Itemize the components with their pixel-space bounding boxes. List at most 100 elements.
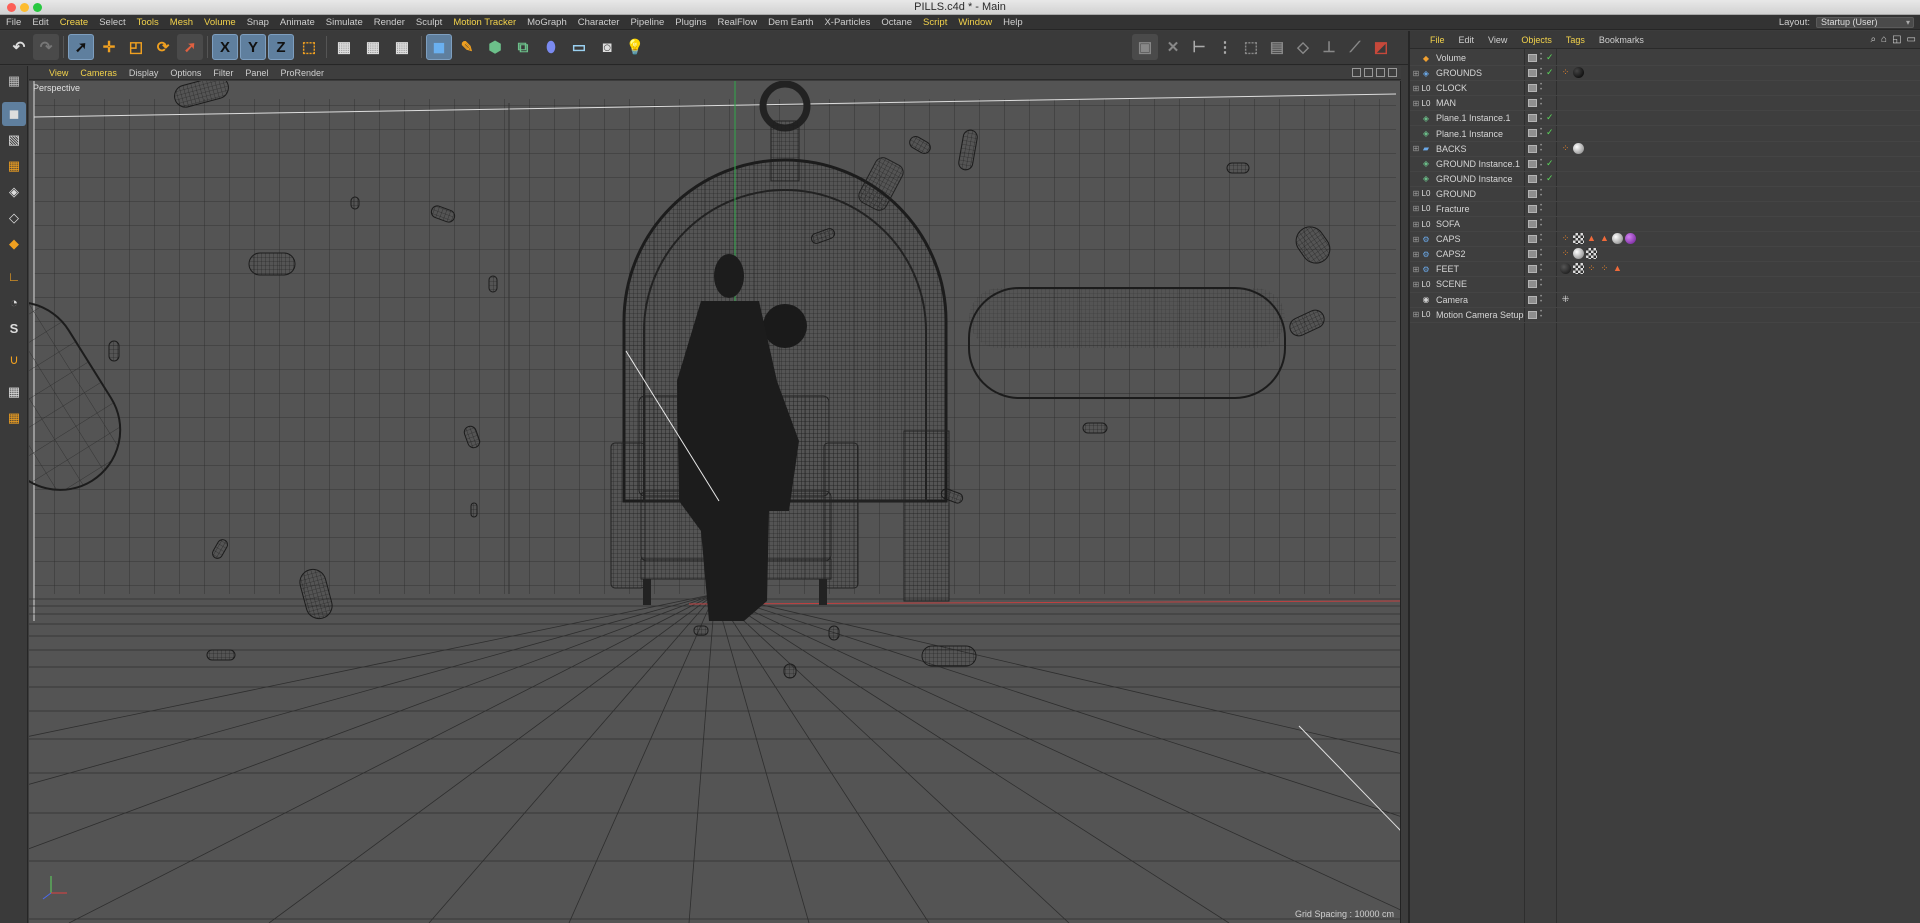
move-tool-icon[interactable]: ✛ (96, 34, 122, 60)
menu-animate[interactable]: Animate (280, 17, 315, 28)
workplane-mode-icon[interactable]: ▦ (2, 154, 26, 178)
floor-scene-icon[interactable]: ▭ (566, 34, 592, 60)
expand-toggle-icon[interactable]: ⊞ (1411, 144, 1421, 153)
expand-toggle-icon[interactable]: ⊞ (1411, 84, 1421, 93)
phong-tag-icon[interactable]: ⁘ (1586, 263, 1597, 274)
texture-mode-icon[interactable]: ✕ (1160, 34, 1186, 60)
layer-color-box[interactable] (1528, 129, 1537, 138)
layer-color-box[interactable] (1528, 99, 1537, 108)
menu-realflow[interactable]: RealFlow (717, 17, 757, 28)
axis-mode-icon[interactable]: ⊥ (1316, 34, 1342, 60)
object-row[interactable]: ◈ GROUND Instance.1 • • ✓ (1410, 157, 1920, 172)
visibility-dots[interactable]: • • (1540, 218, 1544, 229)
visibility-dots[interactable]: • • (1540, 203, 1544, 214)
objects-menu-bookmarks[interactable]: Bookmarks (1599, 35, 1644, 45)
toggle-view-layout-icon[interactable] (1388, 68, 1397, 77)
viewport-menu-view[interactable]: View (49, 68, 68, 78)
enabled-check-icon[interactable]: ✓ (1546, 67, 1554, 78)
texture-tag-icon[interactable] (1573, 233, 1584, 245)
layout-dropdown[interactable]: Startup (User) (1816, 17, 1914, 28)
material-tag-icon[interactable] (1573, 142, 1584, 154)
layer-color-box[interactable] (1528, 174, 1537, 183)
close-panel-icon[interactable]: ▭ (1907, 34, 1916, 45)
menu-mesh[interactable]: Mesh (170, 17, 193, 28)
enabled-check-icon[interactable]: ✓ (1546, 52, 1554, 63)
object-row[interactable]: ⊞ ⚙ FEET • • ⁘ ⁘ ▲ (1410, 262, 1920, 278)
material-tag-icon[interactable] (1560, 263, 1571, 275)
move-view-icon[interactable] (1352, 68, 1361, 77)
light-object-icon[interactable]: 💡 (622, 34, 648, 60)
visibility-dots[interactable]: • • (1540, 188, 1544, 199)
object-row[interactable]: ⊞ L0 MAN • • (1410, 96, 1920, 112)
polygons-mode-icon[interactable]: ▤ (1264, 34, 1290, 60)
object-row[interactable]: ⊞ L0 CLOCK • • (1410, 81, 1920, 97)
soft-selection-icon[interactable]: S (2, 316, 26, 340)
visibility-dots[interactable]: • • (1540, 248, 1544, 259)
object-row[interactable]: ◈ GROUND Instance • • ✓ (1410, 172, 1920, 187)
expand-toggle-icon[interactable]: ⊞ (1411, 250, 1421, 259)
visibility-dots[interactable]: • • (1540, 158, 1544, 169)
visibility-dots[interactable]: • • (1540, 52, 1544, 63)
menu-script[interactable]: Script (923, 17, 947, 28)
menu-file[interactable]: File (6, 17, 21, 28)
menu-character[interactable]: Character (578, 17, 620, 28)
render-picture-viewer-icon[interactable]: ▦ (360, 34, 386, 60)
menu-create[interactable]: Create (60, 17, 89, 28)
menu-motion-tracker[interactable]: Motion Tracker (453, 17, 516, 28)
phong-tag-icon[interactable]: ⁘ (1560, 67, 1571, 78)
expand-toggle-icon[interactable]: ⊞ (1411, 235, 1421, 244)
menu-edit[interactable]: Edit (32, 17, 48, 28)
viewport-menu-filter[interactable]: Filter (213, 68, 233, 78)
enabled-check-icon[interactable]: ✓ (1546, 173, 1554, 184)
enabled-check-icon[interactable]: ✓ (1546, 127, 1554, 138)
visibility-dots[interactable]: • • (1540, 294, 1544, 305)
render-view-icon[interactable]: ▦ (331, 34, 357, 60)
enabled-check-icon[interactable]: ✓ (1546, 158, 1554, 169)
visibility-dots[interactable]: • • (1540, 112, 1544, 123)
menu-help[interactable]: Help (1003, 17, 1023, 28)
viewport-menu-cameras[interactable]: Cameras (80, 68, 117, 78)
compositing-tag-icon[interactable]: ▲ (1586, 233, 1597, 244)
phong-tag-icon[interactable]: ⁘ (1560, 248, 1571, 259)
layer-color-box[interactable] (1528, 159, 1537, 168)
visibility-dots[interactable]: • • (1540, 127, 1544, 138)
layer-color-box[interactable] (1528, 220, 1537, 229)
visibility-dots[interactable]: • • (1540, 309, 1544, 320)
layer-color-box[interactable] (1528, 144, 1537, 153)
rotate-view-icon[interactable] (1376, 68, 1385, 77)
texture-mode-icon[interactable]: ▧ (2, 128, 26, 152)
visibility-dots[interactable]: • • (1540, 278, 1544, 289)
visibility-dots[interactable]: • • (1540, 143, 1544, 154)
edges-mode-icon[interactable]: ◇ (2, 206, 26, 230)
phong-tag-icon[interactable]: ⁘ (1560, 233, 1571, 244)
texture-tag-icon[interactable] (1586, 248, 1597, 260)
z-axis-lock-button[interactable]: Z (268, 34, 294, 60)
objects-menu-edit[interactable]: Edit (1459, 35, 1475, 45)
object-row[interactable]: ⊞ L0 Fracture • • (1410, 202, 1920, 218)
objects-menu-file[interactable]: File (1430, 35, 1445, 45)
snap-magnet-icon[interactable]: ∪ (2, 348, 26, 372)
uv-mode-icon[interactable]: ◇ (1290, 34, 1316, 60)
menu-volume[interactable]: Volume (204, 17, 236, 28)
viewport-menu-options[interactable]: Options (170, 68, 201, 78)
texture-tag-icon[interactable] (1573, 263, 1584, 275)
object-row[interactable]: ⊞ ◈ GROUNDS • • ✓ ⁘ (1410, 66, 1920, 82)
objects-menu-view[interactable]: View (1488, 35, 1507, 45)
menu-dem-earth[interactable]: Dem Earth (768, 17, 813, 28)
locked-workplane-icon[interactable]: ▦ (2, 380, 26, 404)
menu-octane[interactable]: Octane (881, 17, 912, 28)
pen-spline-icon[interactable]: ✎ (454, 34, 480, 60)
subdivision-surface-icon[interactable]: ⬢ (482, 34, 508, 60)
search-icon[interactable]: ⌕ (1870, 34, 1876, 45)
phong-tag-icon[interactable]: ⁘ (1560, 143, 1571, 154)
object-row[interactable]: ◆ Volume • • ✓ (1410, 51, 1920, 67)
planar-workplane-icon[interactable]: ▦ (2, 406, 26, 430)
visibility-dots[interactable]: • • (1540, 97, 1544, 108)
x-axis-lock-button[interactable]: X (212, 34, 238, 60)
model-mode-icon[interactable]: ▣ (1132, 34, 1158, 60)
object-row[interactable]: ◈ Plane.1 Instance • • ✓ (1410, 126, 1920, 142)
perspective-viewport[interactable]: Perspective Grid Spacing : 10000 cm (29, 81, 1401, 923)
scale-tool-icon[interactable]: ◰ (123, 34, 149, 60)
menu-mograph[interactable]: MoGraph (527, 17, 567, 28)
expand-toggle-icon[interactable]: ⊞ (1411, 280, 1421, 289)
